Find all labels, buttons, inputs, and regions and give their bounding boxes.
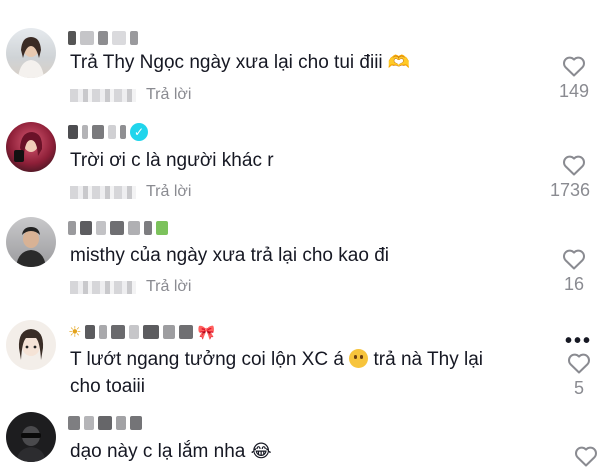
like-button[interactable]: 5 [559,352,599,399]
timestamp-obscured [70,88,136,102]
more-dots-icon[interactable]: ••• [565,330,592,353]
comment-text: Trời ơi c là người khác r [70,150,274,171]
username-obscured[interactable]: ✓ [68,120,148,144]
heart-outline-icon [563,249,585,270]
ribbon-emoji: 🎀 [197,323,215,340]
heart-outline-icon [563,56,585,77]
sun-emoji: ☀ [68,324,82,341]
avatar-image [18,329,44,360]
smile-emoji [349,349,369,368]
comment-text: T lướt ngang tưởng coi lộn XC á trả nà T… [70,349,483,397]
avatar[interactable] [6,217,56,267]
like-button[interactable]: 149 [554,55,594,102]
like-button[interactable]: 16 [554,248,594,295]
like-button[interactable]: 1736 [550,154,594,201]
heart-hands-emoji: 🫶 [387,52,411,72]
comment-text: dạo này c lạ lắm nha 😂 [70,441,272,462]
heart-outline-icon [575,446,597,467]
like-button[interactable] [566,445,606,467]
avatar-image [16,426,46,462]
heart-outline-icon [568,353,590,374]
like-count: 149 [558,81,590,101]
username-obscured[interactable]: ☀ 🎀 [68,320,215,344]
comment-text: Trả Thy Ngọc ngày xưa lại cho tui điii 🫶 [70,52,411,73]
reply-button[interactable]: Trả lời [146,278,191,296]
like-count: 5 [573,378,584,398]
verified-badge-icon: ✓ [130,123,148,141]
username-obscured[interactable] [68,26,138,50]
laugh-emoji: 😂 [250,441,272,461]
avatar[interactable] [6,320,56,370]
avatar-image [18,37,44,78]
username-obscured[interactable] [68,411,142,435]
comment-text: misthy của ngày xưa trả lại cho kao đi [70,245,389,266]
avatar[interactable] [6,122,56,172]
timestamp-obscured [70,185,136,199]
reply-button[interactable]: Trả lời [146,86,191,104]
timestamp-obscured [70,280,136,294]
heart-outline-icon [563,155,585,176]
like-count: 1736 [549,180,591,200]
avatar-image [16,227,46,267]
like-count: 16 [563,274,585,294]
reply-button[interactable]: Trả lời [146,183,191,201]
avatar[interactable] [6,28,56,78]
avatar[interactable] [6,412,56,462]
avatar-image [14,132,43,162]
username-obscured[interactable] [68,216,168,240]
